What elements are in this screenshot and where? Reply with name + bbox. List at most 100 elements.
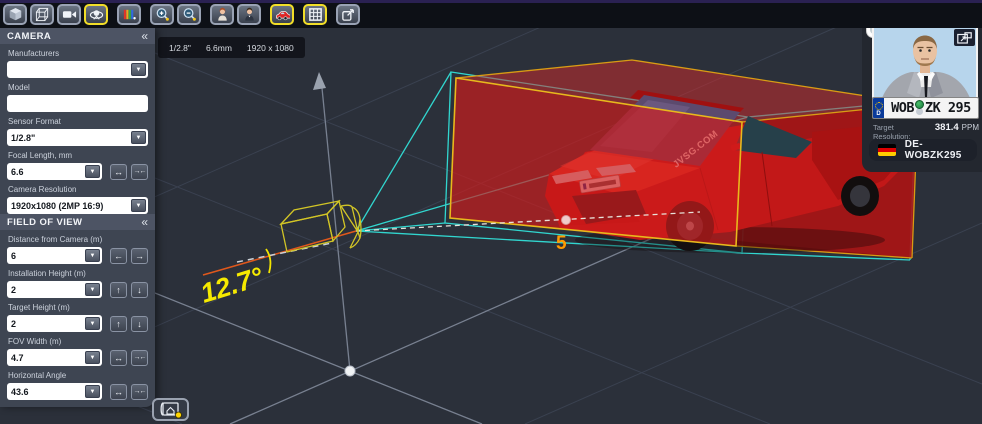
plate-id-bar: DE-WOBZK295: [869, 139, 977, 161]
distance-from-camera-dropdown-button[interactable]: ▼: [85, 249, 100, 262]
plate-text-left: WOB: [891, 100, 914, 116]
sensor-format-value: 1/2.8": [7, 133, 131, 143]
camera-resolution-label: Camera Resolution: [8, 185, 148, 194]
man-button[interactable]: [237, 4, 261, 25]
camera-model[interactable]: [281, 201, 361, 252]
plate-id-text: DE-WOBZK295: [905, 139, 968, 161]
installation-height-dropdown-button[interactable]: ▼: [85, 283, 100, 296]
window-top-strip: [0, 0, 982, 3]
sensor-format-combobox[interactable]: 1/2.8"▼: [7, 129, 148, 146]
fov-width-decrease-button[interactable]: ↔: [110, 350, 127, 366]
target-height-combobox[interactable]: 2▼: [7, 315, 102, 332]
installation-height-decrease-button[interactable]: ↑: [110, 282, 127, 298]
distance-from-camera-increase-button[interactable]: →: [131, 248, 148, 264]
camera-resolution-dropdown-button[interactable]: ▼: [131, 199, 146, 212]
color-depth-button[interactable]: [117, 4, 141, 25]
fov-width-increase-button[interactable]: →←: [131, 350, 148, 366]
sensor-format-dropdown-button[interactable]: ▼: [131, 131, 146, 144]
collapse-section-icon[interactable]: «: [141, 217, 148, 227]
camera-resolution-combobox[interactable]: 1920x1080 (2MP 16:9)▼: [7, 197, 148, 214]
focal-length-decrease-button[interactable]: ↔: [110, 164, 127, 180]
zoom-in-button[interactable]: [150, 4, 174, 25]
horizontal-angle-dropdown-button[interactable]: ▼: [85, 385, 100, 398]
field-horizontal-angle: Horizontal Angle43.6▼↔→←: [7, 371, 148, 400]
field-sensor-format: Sensor Format 1/2.8"▼: [7, 117, 148, 146]
installation-height-combobox[interactable]: 2▼: [7, 281, 102, 298]
focal-length-label: Focal Length, mm: [8, 151, 148, 160]
target-height-dropdown-button[interactable]: ▼: [85, 317, 100, 330]
focal-length-increase-button[interactable]: →←: [131, 164, 148, 180]
focal-length-combobox[interactable]: 6.6▼: [7, 163, 102, 180]
sensor-format-label: Sensor Format: [8, 117, 148, 126]
focal-length-dropdown-button[interactable]: ▼: [85, 165, 100, 178]
field-installation-height: Installation Height (m) 2▼ ↑↓: [7, 269, 148, 298]
optical-axis-line: [203, 231, 356, 275]
eu-stars-icon: [875, 102, 883, 110]
car-icon: [275, 7, 290, 22]
man-icon: [242, 7, 257, 22]
field-camera-resolution: Camera Resolution 1920x1080 (2MP 16:9)▼: [7, 185, 148, 214]
field-focal-length: Focal Length, mm 6.6▼ ↔→←: [7, 151, 148, 180]
zoom-out-button[interactable]: [177, 4, 201, 25]
grid-icon: [308, 7, 323, 22]
floor-plan-button[interactable]: [152, 398, 189, 421]
video-camera-button[interactable]: [57, 4, 81, 25]
tooltip-resolution: 1920 x 1080: [247, 43, 294, 53]
camera-resolution-value: 1920x1080 (2MP 16:9): [7, 201, 131, 211]
manufacturers-label: Manufacturers: [8, 49, 148, 58]
section-title: FIELD OF VIEW: [7, 217, 82, 228]
section-header-camera[interactable]: CAMERA «: [0, 28, 155, 44]
section-title: CAMERA: [7, 31, 51, 42]
field-model: Model: [7, 83, 148, 112]
installation-height-value: 2: [7, 285, 85, 295]
origin-handle[interactable]: [345, 366, 355, 376]
target-height-increase-button[interactable]: ↓: [131, 316, 148, 332]
license-plate-preview: D WOB ZK 295: [872, 97, 979, 119]
horizontal-reference-line: [237, 243, 332, 262]
fov-width-dropdown-button[interactable]: ▼: [85, 351, 100, 364]
section-header-field-of-view[interactable]: FIELD OF VIEW «: [0, 214, 155, 230]
collapse-section-icon[interactable]: «: [141, 31, 148, 41]
installation-height-label: Installation Height (m): [8, 269, 148, 278]
color-depth-icon: [122, 7, 137, 22]
target-resolution-value: 381.4: [935, 122, 959, 133]
solid-cube-button[interactable]: [3, 4, 27, 25]
field-manufacturers: Manufacturers ▼: [7, 49, 148, 78]
horizontal-angle-decrease-button[interactable]: ↔: [110, 384, 127, 400]
expand-icon: [957, 32, 972, 44]
manufacturers-dropdown-button[interactable]: ▼: [131, 63, 146, 76]
distance-marker-label: 5: [556, 233, 567, 254]
expand-preview-button[interactable]: [954, 29, 975, 46]
plate-eu-band: D: [873, 98, 884, 118]
horizontal-angle-combobox[interactable]: 43.6▼: [7, 383, 102, 400]
woman-button[interactable]: [210, 4, 234, 25]
camera-3d-view-button[interactable]: [84, 4, 108, 25]
grid-button[interactable]: [303, 4, 327, 25]
target-resolution-unit: PPM: [962, 123, 979, 132]
floor-plan-icon: [159, 401, 183, 419]
wireframe-cube-icon: [35, 7, 50, 22]
distance-from-camera-spin-buttons: ←→: [110, 248, 148, 264]
target-height-spin-buttons: ↑↓: [110, 316, 148, 332]
wireframe-cube-button[interactable]: [30, 4, 54, 25]
fov-width-combobox[interactable]: 4.7▼: [7, 349, 102, 366]
zoom-out-icon: [182, 7, 197, 22]
vertical-axis-arrowhead: [313, 72, 326, 90]
field-distance-from-camera: Distance from Camera (m)6▼←→: [7, 235, 148, 264]
installation-height-increase-button[interactable]: ↓: [131, 282, 148, 298]
car-button[interactable]: [270, 4, 294, 25]
app-window: JVSG.COM 12.7° 5 1/2.8" 6.6mm 1920 x 108…: [0, 0, 982, 424]
distance-from-camera-combobox[interactable]: 6▼: [7, 247, 102, 264]
focal-length-spin-buttons: ↔→←: [110, 164, 148, 180]
distance-marker-dot[interactable]: [562, 216, 571, 225]
export-button[interactable]: [336, 4, 360, 25]
distance-from-camera-decrease-button[interactable]: ←: [110, 248, 127, 264]
manufacturers-combobox[interactable]: ▼: [7, 61, 148, 78]
target-height-decrease-button[interactable]: ↑: [110, 316, 127, 332]
model-label: Model: [8, 83, 148, 92]
fov-width-label: FOV Width (m): [8, 337, 148, 346]
fov-width-value: 4.7: [7, 353, 85, 363]
tooltip-sensor-format: 1/2.8": [169, 43, 191, 53]
model-input[interactable]: [7, 95, 148, 112]
horizontal-angle-increase-button[interactable]: →←: [131, 384, 148, 400]
